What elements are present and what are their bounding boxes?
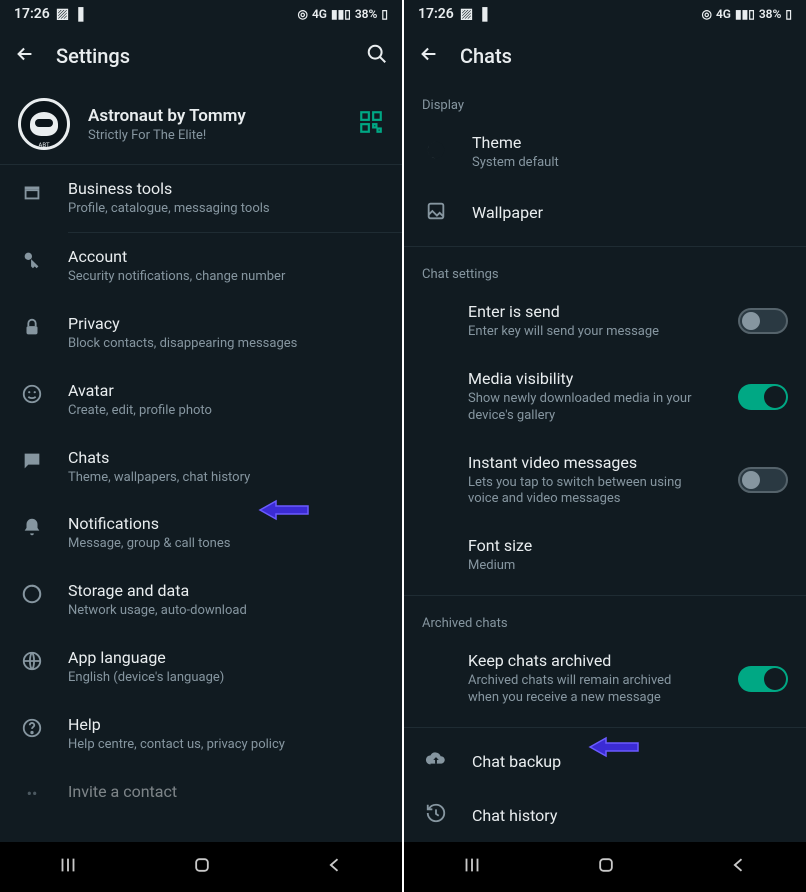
settings-item-help[interactable]: HelpHelp centre, contact us, privacy pol… (0, 701, 402, 768)
chats-item-enter-send[interactable]: Enter is sendEnter key will send your me… (404, 288, 806, 355)
data-icon (21, 583, 43, 609)
section-chat-settings: Chat settings (404, 253, 806, 288)
settings-item-chats[interactable]: ChatsTheme, wallpapers, chat history (0, 434, 402, 501)
recents-icon[interactable] (57, 854, 79, 880)
avatar: ABT (18, 98, 70, 150)
toggle-media-visibility[interactable] (738, 384, 788, 410)
appbar: Chats (404, 28, 806, 84)
settings-screen: 17:26 ▨ ❚ ◎ 4G ▮▮▯ 38% ▯ Settings (0, 0, 402, 892)
back-icon[interactable] (418, 43, 440, 69)
settings-item-notifications[interactable]: NotificationsMessage, group & call tones (0, 500, 402, 567)
profile-card[interactable]: ABT Astronaut by Tommy Strictly For The … (0, 84, 402, 165)
settings-item-invite[interactable]: •• Invite a contact (0, 768, 402, 832)
back-icon[interactable] (14, 43, 36, 69)
home-icon[interactable] (192, 855, 212, 879)
help-icon (21, 717, 43, 743)
status-time: 17:26 (418, 6, 454, 22)
chats-item-font-size[interactable]: Font sizeMedium (404, 522, 806, 589)
signal-icon: ▮▮▯ (331, 7, 351, 21)
toggle-enter-send[interactable] (738, 308, 788, 334)
chats-item-theme[interactable]: ThemeSystem default (404, 119, 806, 186)
qr-icon[interactable] (358, 109, 384, 139)
battery-icon: ▯ (785, 7, 792, 21)
lock-icon (21, 316, 43, 342)
profile-status: Strictly For The Elite! (88, 128, 340, 143)
back-nav-icon[interactable] (325, 855, 345, 879)
battery-label: 38% (355, 7, 378, 21)
chats-settings-screen: 17:26 ▨ ❚ ◎ 4G ▮▮▯ 38% ▯ Chats Display T… (404, 0, 806, 892)
network-label: 4G (716, 7, 731, 21)
settings-list: Business toolsProfile, catalogue, messag… (0, 165, 402, 842)
wallpaper-icon (425, 200, 447, 226)
chat-icon (21, 450, 43, 476)
face-icon (21, 383, 43, 409)
picture-icon: ▨ (56, 6, 69, 22)
chats-item-history[interactable]: Chat history (404, 788, 806, 842)
alert-icon: ❚ (75, 6, 87, 22)
chats-item-keep-archived[interactable]: Keep chats archivedArchived chats will r… (404, 637, 806, 721)
profile-name: Astronaut by Tommy (88, 106, 340, 126)
people-icon: •• (27, 784, 38, 803)
back-nav-icon[interactable] (729, 855, 749, 879)
history-icon (425, 802, 447, 828)
recents-icon[interactable] (461, 854, 483, 880)
statusbar: 17:26 ▨ ❚ ◎ 4G ▮▮▯ 38% ▯ (404, 0, 806, 28)
hotspot-icon: ◎ (701, 7, 711, 21)
cloud-upload-icon (425, 748, 447, 774)
alert-icon: ❚ (479, 6, 491, 22)
settings-item-storage[interactable]: Storage and dataNetwork usage, auto-down… (0, 567, 402, 634)
section-archived: Archived chats (404, 602, 806, 637)
chats-item-backup[interactable]: Chat backup (404, 734, 806, 788)
globe-icon (21, 650, 43, 676)
bell-icon (21, 516, 43, 542)
chats-item-media-visibility[interactable]: Media visibilityShow newly downloaded me… (404, 355, 806, 439)
theme-icon (425, 139, 447, 165)
page-title: Chats (460, 44, 792, 68)
toggle-instant-video[interactable] (738, 467, 788, 493)
home-icon[interactable] (596, 855, 616, 879)
android-navbar (0, 842, 402, 892)
settings-item-business-tools[interactable]: Business toolsProfile, catalogue, messag… (0, 165, 402, 232)
settings-item-avatar[interactable]: AvatarCreate, edit, profile photo (0, 367, 402, 434)
chats-item-wallpaper[interactable]: Wallpaper (404, 186, 806, 240)
search-icon[interactable] (366, 43, 388, 69)
hotspot-icon: ◎ (297, 7, 307, 21)
page-title: Settings (56, 44, 346, 68)
key-icon (21, 249, 43, 275)
settings-item-account[interactable]: AccountSecurity notifications, change nu… (0, 233, 402, 300)
statusbar: 17:26 ▨ ❚ ◎ 4G ▮▮▯ 38% ▯ (0, 0, 402, 28)
settings-item-privacy[interactable]: PrivacyBlock contacts, disappearing mess… (0, 300, 402, 367)
store-icon (21, 181, 43, 207)
chats-list: Display ThemeSystem default Wallpaper Ch… (404, 84, 806, 842)
appbar: Settings (0, 28, 402, 84)
status-time: 17:26 (14, 6, 50, 22)
signal-icon: ▮▮▯ (735, 7, 755, 21)
chats-item-instant-video[interactable]: Instant video messagesLets you tap to sw… (404, 439, 806, 523)
battery-label: 38% (759, 7, 782, 21)
settings-item-language[interactable]: App languageEnglish (device's language) (0, 634, 402, 701)
toggle-keep-archived[interactable] (738, 666, 788, 692)
android-navbar (404, 842, 806, 892)
section-display: Display (404, 84, 806, 119)
picture-icon: ▨ (460, 6, 473, 22)
battery-icon: ▯ (381, 7, 388, 21)
network-label: 4G (312, 7, 327, 21)
